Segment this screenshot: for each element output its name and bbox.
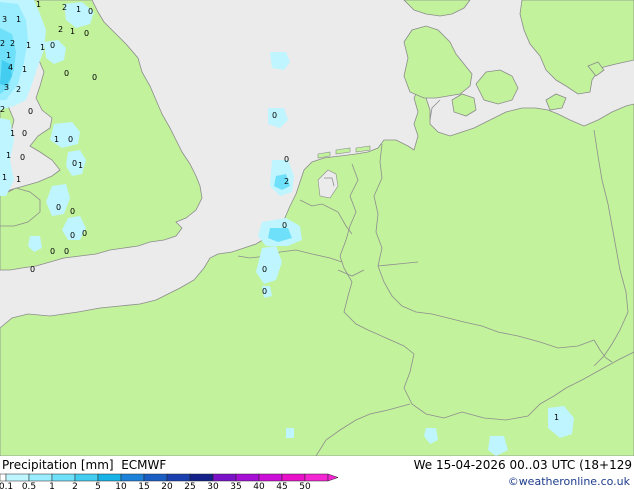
precipitation-colorbar: 0.1 0.5 1 2 5 10 15 20 25 30 35 40 45 50 — [0, 473, 339, 490]
colorbar-tick-label: 10 — [115, 482, 127, 490]
map-label: 1 — [16, 175, 21, 184]
colorbar-swatch — [258, 473, 283, 482]
map-label: 2 — [0, 39, 5, 48]
map-label: 0 — [262, 265, 267, 274]
colorbar-swatch — [212, 473, 237, 482]
map-label: 1 — [40, 43, 45, 52]
map-label: 1 — [26, 41, 31, 50]
map-label: 1 — [2, 173, 7, 182]
map-label: 2 — [0, 105, 5, 114]
colorbar-swatch — [189, 473, 214, 482]
map-label: 2 — [16, 85, 21, 94]
colorbar-tick-label: 20 — [161, 482, 173, 490]
map-label: 0 — [88, 7, 93, 16]
colorbar-tick-label: 2 — [72, 482, 78, 490]
colorbar-tick-label: 1 — [49, 482, 55, 490]
map-label: 0 — [272, 111, 277, 120]
map-label: 0 — [20, 153, 25, 162]
colorbar-tick-label: 0.1 — [0, 482, 13, 490]
map-label: 1 — [6, 151, 11, 160]
map-label: 1 — [6, 51, 11, 60]
map-label: 1 — [76, 5, 81, 14]
map-label: 0 — [30, 265, 35, 274]
legend-title: Precipitation [mm] ECMWF — [2, 458, 167, 472]
map-label: 3 — [2, 15, 7, 24]
colorbar-arrow — [327, 473, 339, 482]
map-label: 1 — [554, 413, 559, 422]
map-label: 0 — [22, 129, 27, 138]
map-label: 0 — [72, 159, 77, 168]
map-label: 1 — [36, 0, 41, 9]
map-label: 0 — [50, 41, 55, 50]
colorbar-swatch — [166, 473, 191, 482]
map-label: 2 — [284, 177, 289, 186]
colorbar-swatch — [120, 473, 145, 482]
colorbar-tick-label: 30 — [207, 482, 219, 490]
map-label: 1 — [54, 135, 59, 144]
colorbar-tick-label: 50 — [299, 482, 311, 490]
map-label: 0 — [68, 135, 73, 144]
map-label: 1 — [70, 27, 75, 36]
map-label: 3 — [4, 83, 9, 92]
colorbar-swatch — [28, 473, 53, 482]
colorbar-swatch — [143, 473, 168, 482]
map-label: 0 — [82, 229, 87, 238]
map-label: 1 — [22, 65, 27, 74]
map-label: 0 — [28, 107, 33, 116]
map-label: 0 — [70, 231, 75, 240]
map-label: 2 — [62, 3, 67, 12]
map-label: 0 — [70, 207, 75, 216]
colorbar-tick-label: 5 — [95, 482, 101, 490]
forecast-date: We 15-04-2026 00..03 UTC (18+129 — [413, 458, 632, 472]
copyright-credit: ©weatheronline.co.uk — [507, 475, 630, 488]
map-label: 0 — [56, 203, 61, 212]
map-label: 0 — [262, 287, 267, 296]
colorbar-swatch — [5, 473, 30, 482]
map-label: 0 — [282, 221, 287, 230]
map-label: 1 — [78, 161, 83, 170]
map-label: 0 — [50, 247, 55, 256]
map-label: 1 — [10, 129, 15, 138]
map-label: 0 — [64, 247, 69, 256]
map-label: 0 — [284, 155, 289, 164]
map-label: 0 — [64, 69, 69, 78]
colorbar-swatch — [304, 473, 329, 482]
colorbar-tick-label: 40 — [253, 482, 265, 490]
colorbar-start — [0, 473, 7, 482]
colorbar-swatch — [51, 473, 76, 482]
precipitation-map: 3 1 1 2 1 0 2 2 1 1 0 2 1 0 1 4 0 1 0 3 … — [0, 0, 634, 456]
map-label: 4 — [8, 63, 13, 72]
map-label: 0 — [92, 73, 97, 82]
map-legend: Precipitation [mm] ECMWF We 15-04-2026 0… — [0, 456, 634, 490]
colorbar-tick-label: 15 — [138, 482, 149, 490]
colorbar-swatch — [281, 473, 306, 482]
map-label: 1 — [16, 15, 21, 24]
map-label: 0 — [84, 29, 89, 38]
colorbar-tick-label: 0.5 — [22, 482, 36, 490]
colorbar-tick-label: 25 — [184, 482, 195, 490]
colorbar-swatch — [235, 473, 260, 482]
colorbar-swatch — [74, 473, 99, 482]
colorbar-tick-label: 45 — [276, 482, 287, 490]
colorbar-swatch — [97, 473, 122, 482]
map-label: 2 — [58, 25, 63, 34]
map-label: 2 — [10, 39, 15, 48]
colorbar-tick-label: 35 — [230, 482, 241, 490]
